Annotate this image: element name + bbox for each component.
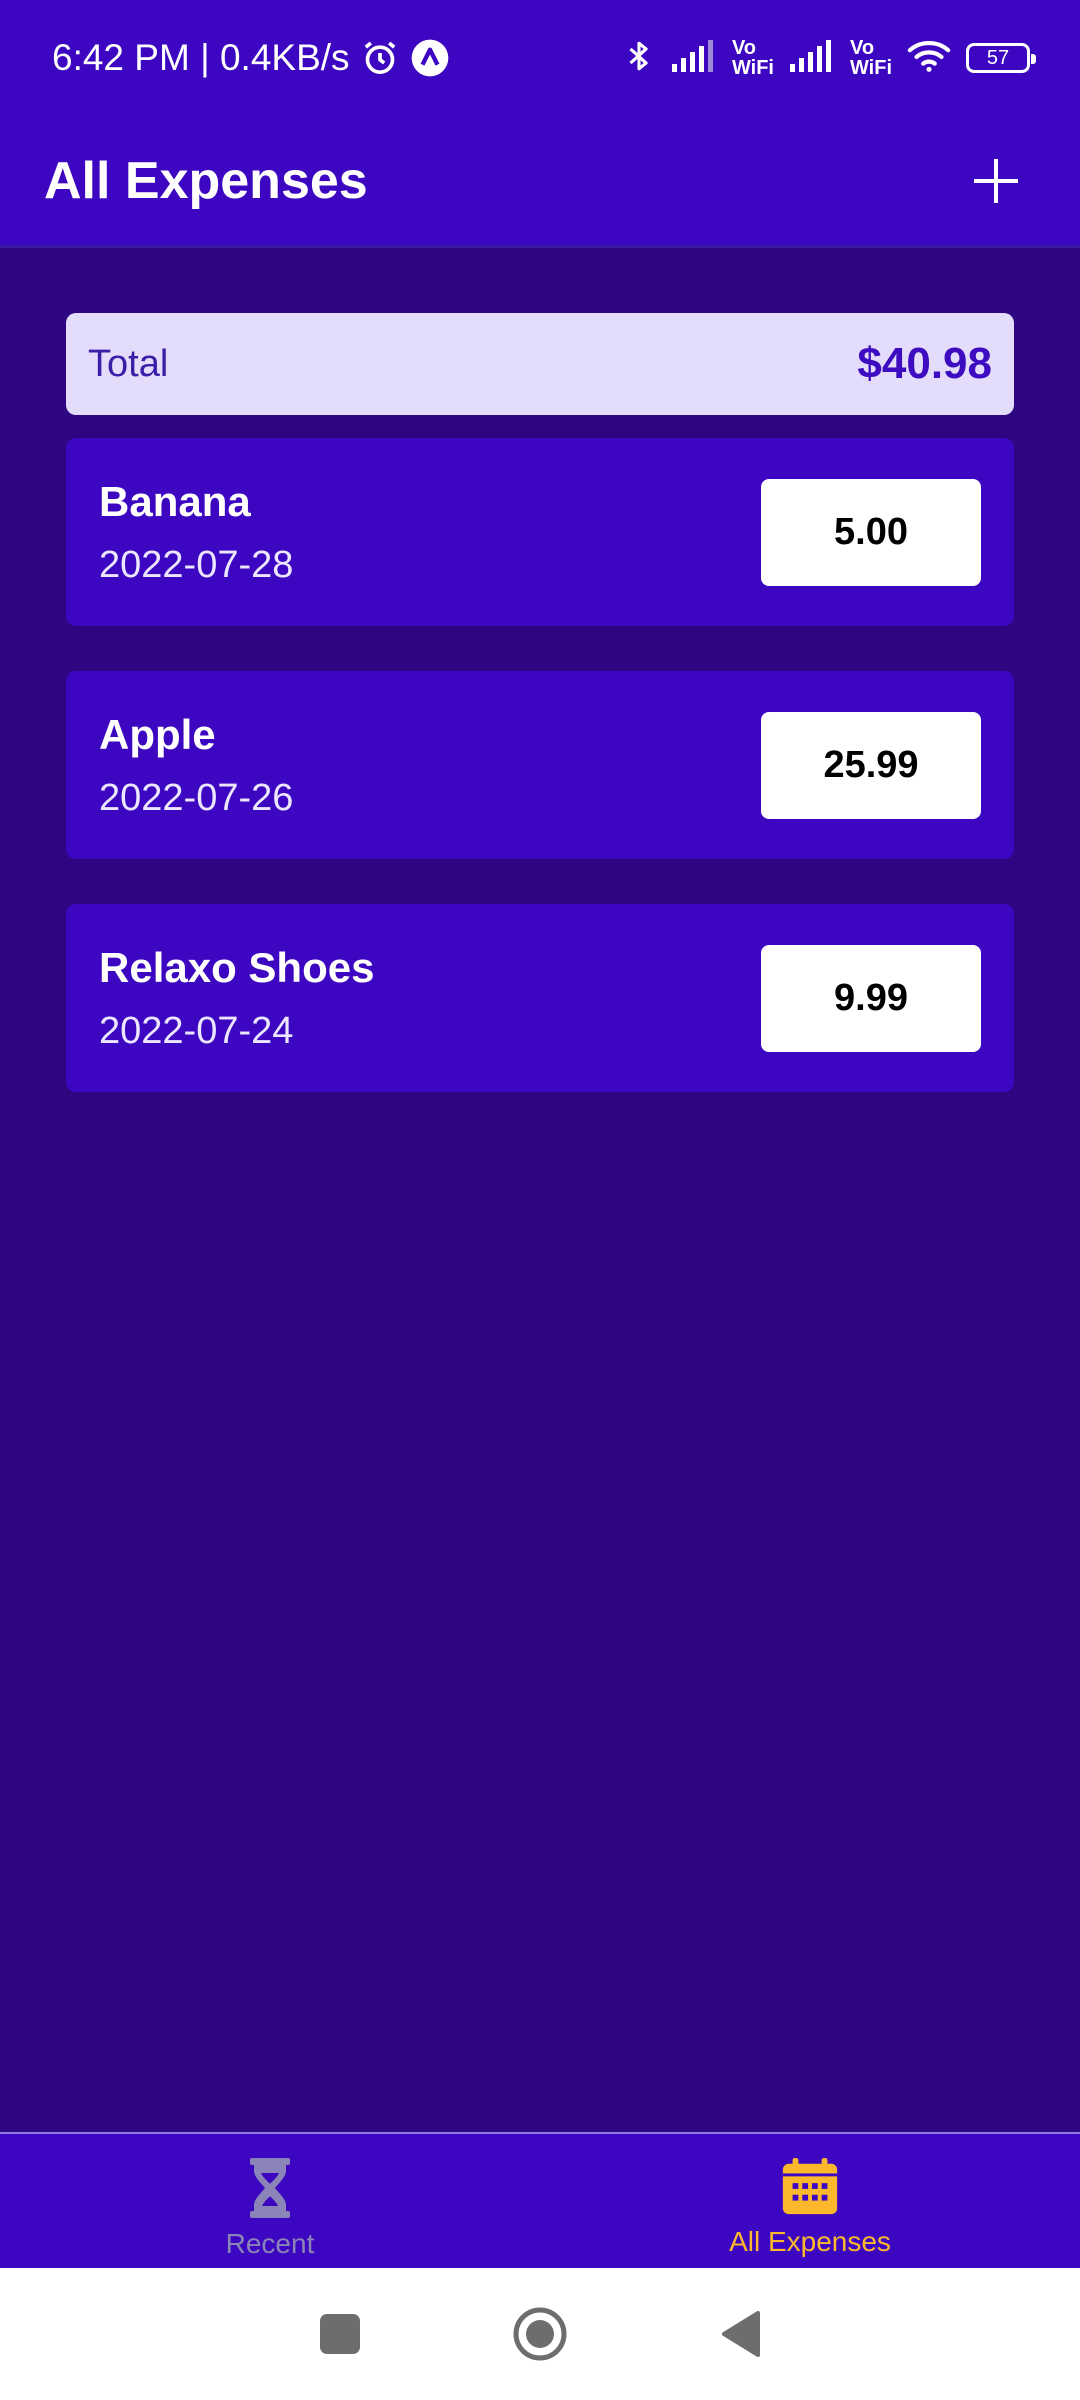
add-expense-button[interactable]	[956, 141, 1036, 221]
expense-info: Relaxo Shoes 2022-07-24	[99, 944, 374, 1053]
recents-button[interactable]	[300, 2294, 380, 2374]
expense-amount: 9.99	[761, 944, 981, 1052]
expense-date: 2022-07-24	[99, 1009, 294, 1052]
signal-icon-2	[788, 38, 836, 79]
status-right: Vo WiFi Vo WiFi 57	[622, 36, 1036, 81]
battery-icon: 57	[966, 43, 1036, 73]
bottom-navigation: Recent All Expenses	[0, 2132, 1080, 2268]
expense-date: 2022-07-28	[99, 543, 294, 586]
expense-amount: 25.99	[761, 711, 981, 819]
back-button[interactable]	[700, 2294, 780, 2374]
expense-info: Banana 2022-07-28	[99, 478, 293, 587]
expense-item[interactable]: Apple 2022-07-26 25.99	[66, 671, 1014, 859]
tab-recent-label: Recent	[225, 2228, 315, 2259]
calendar-icon	[782, 2157, 838, 2215]
vowifi-indicator-2: Vo WiFi	[849, 37, 892, 79]
app-root: 6:42 PM | 0.4KB/s Vo WiFi Vo WiFi 57 All…	[0, 0, 1080, 2400]
alarm-icon	[360, 38, 400, 78]
vowifi-indicator-1: Vo WiFi	[731, 37, 774, 79]
page-title: All Expenses	[44, 151, 368, 210]
expense-list: Banana 2022-07-28 5.00 Apple 2022-07-26 …	[66, 438, 1014, 1137]
status-left: 6:42 PM | 0.4KB/s	[52, 37, 450, 79]
back-triangle-icon	[722, 2311, 760, 2357]
expense-name: Relaxo Shoes	[99, 943, 375, 991]
status-time: 6:42 PM | 0.4KB/s	[52, 37, 350, 78]
expense-name: Apple	[99, 710, 216, 758]
tab-all-expenses-label: All Expenses	[729, 2226, 891, 2257]
tab-recent[interactable]: Recent	[0, 2134, 540, 2268]
expense-item[interactable]: Relaxo Shoes 2022-07-24 9.99	[66, 904, 1014, 1092]
expense-info: Apple 2022-07-26	[99, 711, 293, 820]
system-navigation-bar	[0, 2268, 1080, 2400]
battery-level: 57	[986, 46, 1010, 69]
tab-all-expenses[interactable]: All Expenses	[540, 2134, 1080, 2268]
home-circle-icon	[513, 2307, 567, 2361]
plus-icon	[974, 158, 1018, 203]
app-notification-icon	[410, 38, 450, 78]
status-bar: 6:42 PM | 0.4KB/s Vo WiFi Vo WiFi 57	[0, 0, 1080, 116]
expense-date: 2022-07-26	[99, 776, 294, 819]
expense-item[interactable]: Banana 2022-07-28 5.00	[66, 438, 1014, 626]
total-label: Total	[88, 342, 169, 385]
home-button[interactable]	[500, 2294, 580, 2374]
signal-icon-1	[670, 38, 718, 79]
app-bar: All Expenses	[0, 116, 1080, 248]
wifi-icon	[906, 36, 952, 81]
total-summary: Total $40.98	[66, 313, 1014, 415]
bluetooth-icon	[622, 36, 656, 81]
expense-amount: 5.00	[761, 478, 981, 586]
square-icon	[320, 2314, 360, 2354]
expense-name: Banana	[99, 477, 251, 525]
hourglass-icon	[250, 2158, 290, 2218]
total-value: $40.98	[857, 339, 992, 388]
